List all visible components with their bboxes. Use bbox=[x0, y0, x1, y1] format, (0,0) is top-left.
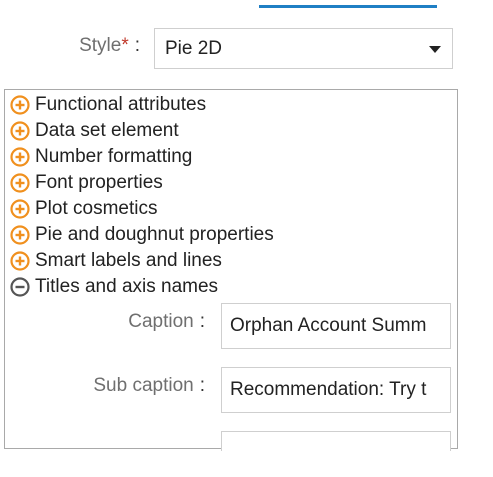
required-asterisk: * bbox=[121, 35, 129, 56]
style-dropdown[interactable]: Pie 2D bbox=[154, 28, 453, 69]
tree-item-number-formatting[interactable]: Number formatting bbox=[10, 145, 192, 169]
tree-item-label: Functional attributes bbox=[35, 94, 207, 115]
active-tab-indicator bbox=[259, 5, 437, 8]
plus-circle-icon bbox=[10, 121, 30, 141]
minus-circle-icon bbox=[10, 277, 30, 297]
tree-item-smart-labels-and-lines[interactable]: Smart labels and lines bbox=[10, 249, 222, 273]
sub-caption-label: Sub caption: bbox=[93, 375, 205, 396]
style-label: Style*: bbox=[79, 35, 140, 56]
caption-input[interactable] bbox=[221, 303, 451, 349]
style-dropdown-value: Pie 2D bbox=[165, 38, 223, 59]
plus-circle-icon bbox=[10, 95, 30, 115]
tree-item-label: Smart labels and lines bbox=[35, 250, 222, 271]
plus-circle-icon bbox=[10, 199, 30, 219]
tree-item-functional-attributes[interactable]: Functional attributes bbox=[10, 93, 206, 117]
tree-item-font-properties[interactable]: Font properties bbox=[10, 171, 163, 195]
chevron-down-icon bbox=[429, 46, 441, 53]
sub-caption-input[interactable] bbox=[221, 367, 451, 413]
plus-circle-icon bbox=[10, 173, 30, 193]
tree-item-data-set-element[interactable]: Data set element bbox=[10, 119, 179, 143]
tree-item-titles-and-axis-names[interactable]: Titles and axis names bbox=[10, 275, 218, 299]
next-field-row bbox=[5, 431, 459, 477]
caption-row: Caption: bbox=[5, 303, 459, 349]
caption-label: Caption: bbox=[128, 311, 205, 332]
tree-item-label: Plot cosmetics bbox=[35, 198, 158, 219]
tree-item-label: Number formatting bbox=[35, 146, 193, 167]
style-row: Style*: Pie 2D bbox=[0, 28, 493, 72]
tree-item-label: Pie and doughnut properties bbox=[35, 224, 274, 245]
plus-circle-icon bbox=[10, 147, 30, 167]
tree-item-pie-and-doughnut-properties[interactable]: Pie and doughnut properties bbox=[10, 223, 274, 247]
next-field-input[interactable] bbox=[221, 431, 451, 451]
tree-item-label: Font properties bbox=[35, 172, 163, 193]
plus-circle-icon bbox=[10, 251, 30, 271]
tree-item-plot-cosmetics[interactable]: Plot cosmetics bbox=[10, 197, 157, 221]
tree-item-label: Data set element bbox=[35, 120, 179, 141]
sub-caption-row: Sub caption: bbox=[5, 367, 459, 413]
plus-circle-icon bbox=[10, 225, 30, 245]
tree-item-label: Titles and axis names bbox=[35, 276, 219, 297]
properties-panel: Functional attributes Data set element N… bbox=[4, 89, 459, 451]
